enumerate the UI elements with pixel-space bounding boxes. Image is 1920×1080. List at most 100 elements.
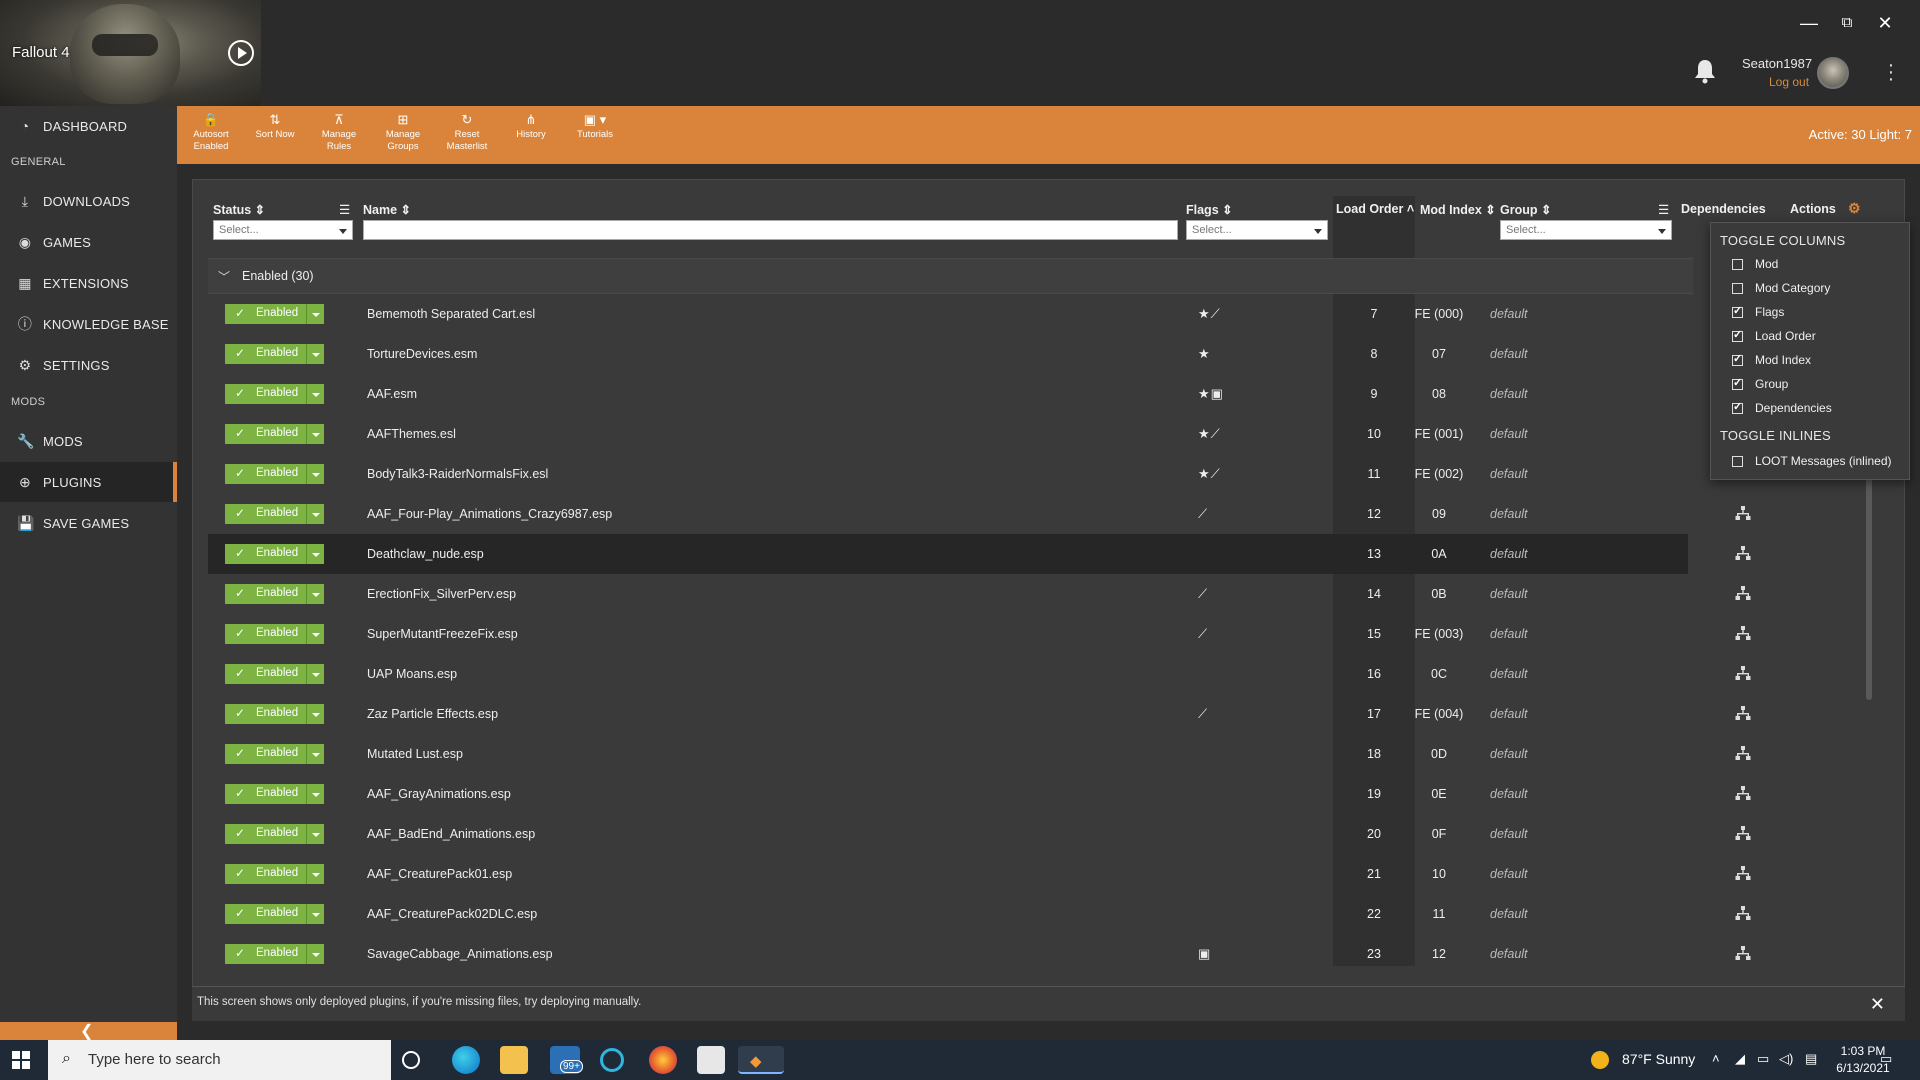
- toggle-column-option[interactable]: Mod Index: [1732, 352, 1811, 367]
- volume-icon[interactable]: ◁): [1779, 1051, 1793, 1067]
- table-row[interactable]: ✓ Enabled AAF_GrayAnimations.esp 19 0E defaul…: [208, 774, 1751, 814]
- group-filter-select[interactable]: Select...: [1500, 220, 1672, 240]
- table-row[interactable]: ✓ Enabled AAF.esm ★▣ 9 08 default: [208, 374, 1688, 414]
- enabled-status-button[interactable]: ✓ Enabled: [225, 304, 324, 324]
- status-filter-select[interactable]: Select...: [213, 220, 353, 240]
- dependencies-icon[interactable]: [1735, 785, 1751, 801]
- table-row[interactable]: ✓ Enabled SuperMutantFreezeFix.esp ⟋ 15 FE (0…: [208, 614, 1751, 654]
- sidebar-item-games[interactable]: ◉ GAMES: [0, 222, 177, 262]
- edge-icon[interactable]: [452, 1046, 480, 1074]
- store-icon[interactable]: [697, 1046, 725, 1074]
- enabled-status-button[interactable]: ✓ Enabled: [225, 744, 324, 764]
- status-dropdown-button[interactable]: [306, 504, 324, 524]
- enabled-status-button[interactable]: ✓ Enabled: [225, 704, 324, 724]
- enabled-status-button[interactable]: ✓ Enabled: [225, 584, 324, 604]
- dependencies-icon[interactable]: [1735, 665, 1751, 681]
- enabled-status-button[interactable]: ✓ Enabled: [225, 544, 324, 564]
- toggle-column-option[interactable]: Mod Category: [1732, 281, 1830, 295]
- status-dropdown-button[interactable]: [306, 464, 324, 484]
- tutorials-button[interactable]: ▣ ▾ Tutorials: [563, 112, 627, 141]
- table-row[interactable]: ✓ Enabled AAF_CreaturePack01.esp 21 10 defaul…: [208, 854, 1751, 894]
- checkbox[interactable]: [1732, 455, 1743, 467]
- keyboard-icon[interactable]: ▤: [1805, 1051, 1817, 1067]
- more-options-icon[interactable]: · · ·: [1885, 55, 1897, 89]
- sidebar-item-settings[interactable]: ⚙ SETTINGS: [0, 345, 177, 385]
- sidebar-item-knowledge-base[interactable]: ⓘ KNOWLEDGE BASE: [0, 304, 177, 344]
- gear-icon[interactable]: ⚙: [1848, 200, 1861, 217]
- enabled-status-button[interactable]: ✓ Enabled: [225, 344, 324, 364]
- dependencies-icon[interactable]: [1735, 865, 1751, 881]
- group-column-header[interactable]: Group ⇕: [1500, 202, 1551, 217]
- sidebar-item-save-games[interactable]: 💾 SAVE GAMES: [0, 503, 177, 543]
- enabled-status-button[interactable]: ✓ Enabled: [225, 504, 324, 524]
- status-dropdown-button[interactable]: [306, 304, 324, 324]
- status-dropdown-button[interactable]: [306, 744, 324, 764]
- firefox-icon[interactable]: [649, 1046, 677, 1074]
- status-dropdown-button[interactable]: [306, 384, 324, 404]
- bell-icon[interactable]: [1693, 58, 1717, 84]
- status-dropdown-button[interactable]: [306, 664, 324, 684]
- status-dropdown-button[interactable]: [306, 624, 324, 644]
- table-row[interactable]: ✓ Enabled ErectionFix_SilverPerv.esp ⟋ 14 0B d…: [208, 574, 1751, 614]
- vortex-taskbar-icon[interactable]: ◆: [738, 1046, 784, 1074]
- dependencies-icon[interactable]: [1735, 625, 1751, 641]
- table-row[interactable]: ✓ Enabled Deathclaw_nude.esp 13 0A default: [208, 534, 1751, 574]
- restore-button[interactable]: ⧉: [1834, 12, 1860, 34]
- checkbox[interactable]: [1732, 352, 1743, 366]
- toggle-column-option[interactable]: Flags: [1732, 304, 1784, 319]
- checkbox[interactable]: [1732, 282, 1743, 294]
- battery-icon[interactable]: ▭: [1757, 1051, 1769, 1067]
- flags-column-header[interactable]: Flags ⇕: [1186, 202, 1233, 217]
- table-row[interactable]: ✓ Enabled SavageCabbage_Animations.esp ▣ 23 1…: [208, 934, 1751, 974]
- status-dropdown-button[interactable]: [306, 584, 324, 604]
- app-icon[interactable]: [600, 1048, 624, 1072]
- dependencies-icon[interactable]: [1735, 825, 1751, 841]
- file-explorer-icon[interactable]: [500, 1046, 528, 1074]
- logout-link[interactable]: Log out: [1769, 75, 1809, 89]
- close-button[interactable]: ✕: [1872, 12, 1898, 34]
- table-row[interactable]: ✓ Enabled Mutated Lust.esp 18 0D default: [208, 734, 1751, 774]
- flags-filter-select[interactable]: Select...: [1186, 220, 1328, 240]
- name-column-header[interactable]: Name ⇕: [363, 202, 411, 217]
- sidebar-item-downloads[interactable]: ⤓ DOWNLOADS: [0, 181, 177, 221]
- checkbox[interactable]: [1732, 304, 1743, 318]
- mail-icon[interactable]: 99+: [550, 1046, 583, 1074]
- status-dropdown-button[interactable]: [306, 944, 324, 964]
- sidebar-item-mods[interactable]: 🔧 MODS: [0, 421, 177, 461]
- sidebar-item-extensions[interactable]: ▦ EXTENSIONS: [0, 263, 177, 303]
- checkbox[interactable]: [1732, 376, 1743, 390]
- table-row[interactable]: ✓ Enabled UAP Moans.esp 16 0C default: [208, 654, 1751, 694]
- status-dropdown-button[interactable]: [306, 344, 324, 364]
- sidebar-item-plugins[interactable]: ⊕ PLUGINS: [0, 462, 177, 502]
- history-button[interactable]: ⋔ History: [499, 112, 563, 141]
- toggle-column-option[interactable]: Mod: [1732, 257, 1778, 271]
- game-banner[interactable]: Fallout 4: [0, 0, 261, 106]
- taskbar-search-input[interactable]: ⌕ Type here to search: [48, 1040, 391, 1080]
- status-dropdown-button[interactable]: [306, 424, 324, 444]
- status-dropdown-button[interactable]: [306, 904, 324, 924]
- dependencies-icon[interactable]: [1735, 945, 1751, 961]
- table-row[interactable]: ✓ Enabled Zaz Particle Effects.esp ⟋ 17 FE (0…: [208, 694, 1751, 734]
- sidebar-item-dashboard[interactable]: ◔ DASHBOARD: [0, 106, 177, 146]
- table-row[interactable]: ✓ Enabled AAF_Four-Play_Animations_Crazy69…: [208, 494, 1751, 534]
- status-dropdown-button[interactable]: [306, 824, 324, 844]
- chevron-up-icon[interactable]: ˄: [1712, 1051, 1720, 1066]
- minimize-button[interactable]: —: [1796, 12, 1822, 34]
- checkbox[interactable]: [1732, 328, 1743, 342]
- table-row[interactable]: ✓ Enabled BodyTalk3-RaiderNormalsFix.esl ★⟋…: [208, 454, 1688, 494]
- cortana-icon[interactable]: [402, 1051, 420, 1069]
- windows-start-icon[interactable]: [12, 1051, 30, 1069]
- notifications-icon[interactable]: ▭: [1880, 1051, 1892, 1067]
- dependencies-icon[interactable]: [1735, 505, 1751, 521]
- dependencies-icon[interactable]: [1735, 705, 1751, 721]
- status-dropdown-button[interactable]: [306, 704, 324, 724]
- avatar[interactable]: [1817, 57, 1849, 89]
- status-column-header[interactable]: Status ⇕: [213, 202, 265, 217]
- table-row[interactable]: ✓ Enabled AAF_CreaturePack02DLC.esp 22 11 def…: [208, 894, 1751, 934]
- toggle-column-option[interactable]: Load Order: [1732, 328, 1816, 343]
- manage-groups-button[interactable]: ⊞ Manage Groups: [371, 112, 435, 153]
- status-dropdown-button[interactable]: [306, 784, 324, 804]
- dependencies-icon[interactable]: [1735, 905, 1751, 921]
- enabled-status-button[interactable]: ✓ Enabled: [225, 824, 324, 844]
- dependencies-icon[interactable]: [1735, 545, 1751, 561]
